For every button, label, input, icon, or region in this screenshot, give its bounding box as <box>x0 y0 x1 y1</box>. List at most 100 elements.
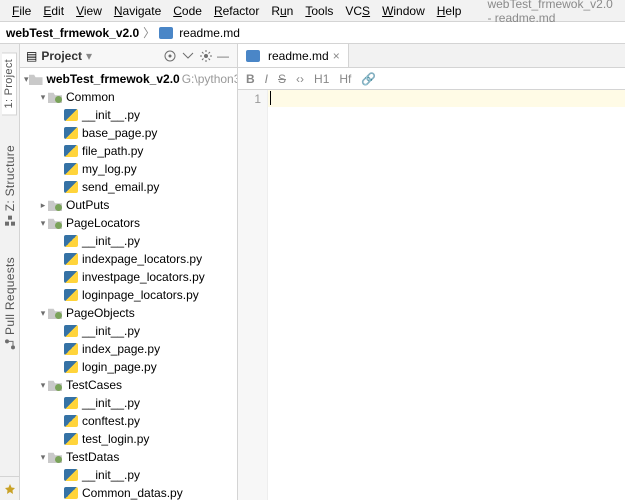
project-panel-title[interactable]: Project <box>41 49 82 63</box>
tree-file[interactable]: investpage_locators.py <box>20 268 237 286</box>
python-file-icon <box>64 127 78 139</box>
editor-tab-label: readme.md <box>268 49 329 63</box>
python-file-icon <box>64 361 78 373</box>
tree-file[interactable]: my_log.py <box>20 160 237 178</box>
editor-tabs: readme.md × <box>238 44 625 68</box>
tree-file[interactable]: indexpage_locators.py <box>20 250 237 268</box>
left-tool-stripe: 1: Project Z: Structure Pull Requests <box>0 44 20 500</box>
gear-icon[interactable] <box>199 49 213 63</box>
package-folder-icon <box>48 199 62 211</box>
side-tab-structure[interactable]: Z: Structure <box>3 145 17 227</box>
text-caret <box>270 91 271 105</box>
tree-file[interactable]: __init__.py <box>20 106 237 124</box>
menu-tools[interactable]: Tools <box>299 4 339 18</box>
tree-file[interactable]: file_path.py <box>20 142 237 160</box>
tree-file[interactable]: login_page.py <box>20 358 237 376</box>
menu-run[interactable]: Run <box>265 4 299 18</box>
tree-folder-testdatas[interactable]: ▾TestDatas <box>20 448 237 466</box>
menu-navigate[interactable]: Navigate <box>108 4 167 18</box>
hf-button[interactable]: Hf <box>339 72 351 86</box>
menu-bar: File Edit View Navigate Code Refactor Ru… <box>0 0 625 22</box>
project-panel-header: ▤ Project ▾ — <box>20 44 237 68</box>
bold-button[interactable]: B <box>246 72 255 86</box>
structure-icon <box>4 215 16 227</box>
tree-file[interactable]: Common_datas.py <box>20 484 237 500</box>
tree-file[interactable]: index_page.py <box>20 340 237 358</box>
editor-content[interactable]: 1 <box>238 90 625 500</box>
tree-folder-pageobjects[interactable]: ▾PageObjects <box>20 304 237 322</box>
tree-file[interactable]: __init__.py <box>20 322 237 340</box>
menu-code[interactable]: Code <box>167 4 208 18</box>
python-file-icon <box>64 253 78 265</box>
italic-button[interactable]: I <box>265 72 268 86</box>
tree-file[interactable]: test_login.py <box>20 430 237 448</box>
strike-button[interactable]: S <box>278 72 286 86</box>
package-folder-icon <box>48 379 62 391</box>
tree-file[interactable]: loginpage_locators.py <box>20 286 237 304</box>
project-tool-window: ▤ Project ▾ — ▾webTest_frmewok_v2.0G:\py… <box>20 44 238 500</box>
project-view-icon: ▤ <box>26 49 37 63</box>
tree-file[interactable]: __init__.py <box>20 232 237 250</box>
menu-window[interactable]: Window <box>376 4 431 18</box>
menu-view[interactable]: View <box>70 4 108 18</box>
locate-icon[interactable] <box>163 49 177 63</box>
python-file-icon <box>64 181 78 193</box>
python-file-icon <box>64 325 78 337</box>
python-file-icon <box>64 469 78 481</box>
package-folder-icon <box>48 217 62 229</box>
side-tab-pull-requests[interactable]: Pull Requests <box>3 257 17 350</box>
expand-all-icon[interactable] <box>181 49 195 63</box>
line-number-gutter: 1 <box>238 90 268 500</box>
python-file-icon <box>64 343 78 355</box>
python-file-icon <box>64 415 78 427</box>
menu-edit[interactable]: Edit <box>37 4 70 18</box>
python-file-icon <box>64 109 78 121</box>
python-file-icon <box>64 289 78 301</box>
package-folder-icon <box>48 451 62 463</box>
package-folder-icon <box>48 307 62 319</box>
hide-icon[interactable]: — <box>217 49 231 63</box>
editor-area: readme.md × B I S ‹› H1 Hf 🔗 1 <box>238 44 625 500</box>
menu-file[interactable]: File <box>6 4 37 18</box>
python-file-icon <box>64 145 78 157</box>
close-tab-icon[interactable]: × <box>333 49 340 63</box>
tree-file[interactable]: __init__.py <box>20 466 237 484</box>
navigation-bar: webTest_frmewok_v2.0 〉 readme.md <box>0 22 625 44</box>
breadcrumb-file[interactable]: readme.md <box>179 26 240 40</box>
markdown-toolbar: B I S ‹› H1 Hf 🔗 <box>238 68 625 90</box>
tree-file[interactable]: base_page.py <box>20 124 237 142</box>
menu-vcs[interactable]: VCS <box>339 4 376 18</box>
menu-help[interactable]: Help <box>431 4 468 18</box>
python-file-icon <box>64 271 78 283</box>
tree-file[interactable]: __init__.py <box>20 394 237 412</box>
tree-folder-common[interactable]: ▾Common <box>20 88 237 106</box>
link-button[interactable]: 🔗 <box>361 72 376 86</box>
code-button[interactable]: ‹› <box>296 72 304 86</box>
python-file-icon <box>64 433 78 445</box>
python-file-icon <box>64 163 78 175</box>
project-folder-icon <box>29 73 43 85</box>
markdown-file-icon <box>246 50 260 62</box>
project-tree[interactable]: ▾webTest_frmewok_v2.0G:\python3_code\sub… <box>20 68 237 500</box>
editor-tab-readme[interactable]: readme.md × <box>238 44 349 67</box>
python-file-icon <box>64 487 78 499</box>
tree-folder-pagelocators[interactable]: ▾PageLocators <box>20 214 237 232</box>
side-tab-favorites[interactable] <box>0 476 20 500</box>
tree-folder-outputs[interactable]: ▸OutPuts <box>20 196 237 214</box>
menu-refactor[interactable]: Refactor <box>208 4 265 18</box>
tree-file[interactable]: send_email.py <box>20 178 237 196</box>
markdown-file-icon <box>159 27 173 39</box>
side-tab-project[interactable]: 1: Project <box>2 52 17 115</box>
python-file-icon <box>64 397 78 409</box>
python-file-icon <box>64 235 78 247</box>
tree-folder-testcases[interactable]: ▾TestCases <box>20 376 237 394</box>
tree-file[interactable]: conftest.py <box>20 412 237 430</box>
h1-button[interactable]: H1 <box>314 72 329 86</box>
dropdown-icon[interactable]: ▾ <box>86 49 92 63</box>
star-icon <box>4 483 16 495</box>
breadcrumb-root[interactable]: webTest_frmewok_v2.0 <box>6 26 139 40</box>
current-line-highlight <box>268 90 625 107</box>
tree-root[interactable]: ▾webTest_frmewok_v2.0G:\python3_code\sub… <box>20 70 237 88</box>
editor-text-area[interactable] <box>268 90 625 500</box>
window-title: webTest_frmewok_v2.0 - readme.md <box>487 0 619 25</box>
